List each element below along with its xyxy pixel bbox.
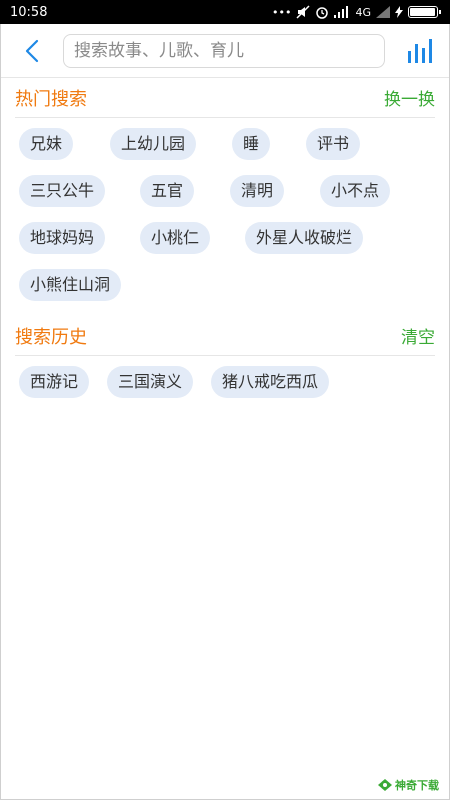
hot-chip[interactable]: 地球妈妈 [19, 222, 106, 254]
signal-icon [334, 6, 349, 18]
status-time: 10:58 [10, 4, 48, 20]
charging-icon [395, 6, 403, 18]
battery-fill [410, 8, 435, 16]
hot-chip[interactable]: 小桃仁 [140, 222, 211, 254]
hot-search-header: 热门搜索 换一换 [15, 78, 435, 118]
bar-chart-icon [408, 38, 432, 63]
chevron-left-icon [25, 39, 39, 62]
app-frame: 热门搜索 换一换 兄妹 上幼儿园 睡 评书 三只公牛 五官 清明 小不点 地球妈… [0, 24, 450, 800]
search-box[interactable] [63, 33, 385, 68]
logo-icon [378, 779, 392, 791]
hot-row: 兄妹 上幼儿园 睡 评书 [19, 128, 435, 175]
history-chip[interactable]: 猪八戒吃西瓜 [211, 366, 330, 398]
hot-search-list: 兄妹 上幼儿园 睡 评书 三只公牛 五官 清明 小不点 地球妈妈 小桃仁 外星人… [1, 118, 449, 316]
alarm-icon [316, 7, 329, 19]
hot-chip[interactable]: 评书 [306, 128, 361, 160]
watermark: 神奇下载 [378, 777, 439, 793]
battery-icon [408, 6, 441, 18]
hot-chip[interactable]: 外星人收破烂 [245, 222, 364, 254]
hot-search-title: 热门搜索 [15, 88, 87, 110]
signal-icon-2 [376, 6, 390, 18]
mute-icon [296, 5, 310, 19]
history-list: 西游记 三国演义 猪八戒吃西瓜 [1, 356, 449, 413]
hot-row: 三只公牛 五官 清明 小不点 [19, 175, 435, 222]
status-icons: ••• 4G [272, 5, 441, 19]
hot-chip[interactable]: 兄妹 [19, 128, 74, 160]
history-title: 搜索历史 [15, 326, 87, 348]
more-dots-icon: ••• [272, 5, 292, 19]
network-type: 4G [355, 5, 371, 19]
hot-row: 地球妈妈 小桃仁 外星人收破烂 [19, 222, 435, 269]
hot-chip[interactable]: 睡 [232, 128, 271, 160]
top-bar [1, 24, 449, 78]
refresh-button[interactable]: 换一换 [384, 85, 435, 110]
hot-chip[interactable]: 小熊住山洞 [19, 269, 122, 301]
search-input[interactable] [74, 40, 374, 61]
history-chip[interactable]: 三国演义 [107, 366, 194, 398]
status-bar: 10:58 ••• 4G [0, 0, 450, 24]
back-button[interactable] [15, 31, 49, 71]
hot-row: 小熊住山洞 [19, 269, 435, 316]
hot-chip[interactable]: 清明 [230, 175, 285, 207]
history-chip[interactable]: 西游记 [19, 366, 90, 398]
hot-chip[interactable]: 五官 [140, 175, 195, 207]
hot-chip[interactable]: 小不点 [320, 175, 391, 207]
hot-chip[interactable]: 三只公牛 [19, 175, 106, 207]
history-header: 搜索历史 清空 [15, 316, 435, 356]
hot-chip[interactable]: 上幼儿园 [110, 128, 197, 160]
watermark-text: 神奇下载 [395, 779, 439, 792]
clear-history-button[interactable]: 清空 [401, 323, 435, 348]
ranking-button[interactable] [403, 31, 437, 71]
